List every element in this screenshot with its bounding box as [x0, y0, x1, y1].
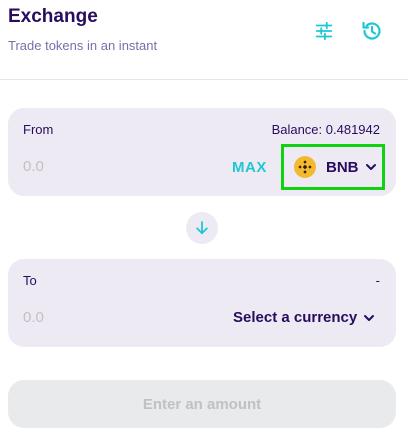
enter-amount-button[interactable]: Enter an amount — [8, 380, 396, 428]
select-currency-label: Select a currency — [233, 309, 358, 326]
arrow-down-icon — [196, 221, 208, 235]
to-currency-select[interactable]: Select a currency — [233, 309, 375, 326]
page-subtitle: Trade tokens in an instant — [8, 38, 158, 53]
settings-button[interactable] — [311, 18, 337, 44]
chevron-down-icon — [365, 164, 376, 170]
from-amount-input[interactable] — [23, 158, 143, 175]
max-button[interactable]: MAX — [232, 159, 267, 176]
to-label: To — [23, 273, 37, 288]
from-currency-symbol: BNB — [326, 158, 359, 176]
sliders-icon — [315, 21, 333, 41]
to-balance: - — [375, 273, 380, 288]
chevron-down-icon — [364, 314, 375, 321]
history-icon — [362, 21, 381, 40]
from-currency-select[interactable]: BNB — [281, 144, 385, 190]
exchange-header: Exchange Trade tokens in an instant — [0, 0, 408, 80]
exchange-app: Exchange Trade tokens in an instant From… — [0, 0, 408, 447]
to-amount-input[interactable] — [23, 309, 143, 326]
bnb-icon — [294, 156, 316, 178]
from-panel: From Balance: 0.481942 MAX BNB — [8, 108, 396, 196]
to-panel: To - Select a currency — [8, 259, 396, 347]
history-button[interactable] — [359, 18, 385, 44]
from-label: From — [23, 122, 54, 137]
from-balance: Balance: 0.481942 — [271, 122, 380, 137]
swap-direction-button[interactable] — [186, 212, 218, 244]
page-title: Exchange — [8, 6, 98, 27]
